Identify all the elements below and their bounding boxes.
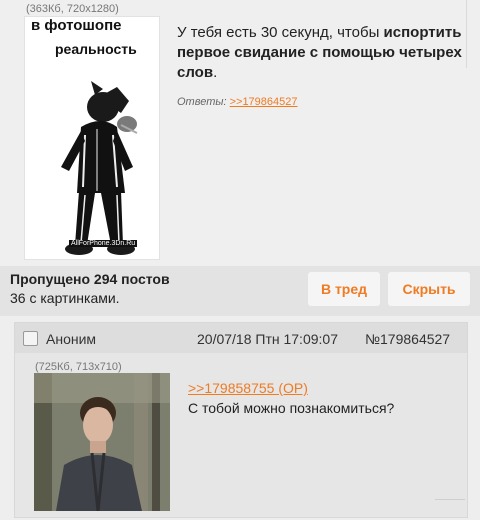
- reply-text: С тобой можно познакомиться?: [188, 400, 395, 416]
- wolf-illustration: [61, 81, 138, 255]
- op-thumbnail[interactable]: в фотошопе реальность AllForPhone.3Dn.Ru: [24, 16, 160, 260]
- post-date: 20/07/18 Птн 17:09:07: [197, 331, 338, 347]
- reply-thumbnail[interactable]: [34, 373, 170, 511]
- hide-button[interactable]: Скрыть: [388, 272, 470, 306]
- omitted-images: 36 с картинками.: [10, 290, 120, 306]
- reply-header: Аноним 20/07/18 Птн 17:09:07 №179864527: [15, 323, 467, 353]
- reply-post: Аноним 20/07/18 Птн 17:09:07 №179864527 …: [14, 322, 468, 518]
- meme-watermark: AllForPhone.3Dn.Ru: [69, 240, 138, 247]
- divider: [435, 499, 465, 500]
- omitted-count: Пропущено 294 постов: [10, 271, 170, 287]
- to-thread-button[interactable]: В тред: [308, 272, 380, 306]
- replies-label: Ответы:: [177, 96, 227, 108]
- reply-file-info[interactable]: (725Кб, 713x710): [35, 361, 122, 373]
- op-text-tail: .: [213, 64, 218, 81]
- poster-name: Аноним: [46, 331, 97, 347]
- post-number[interactable]: №179864527: [365, 331, 450, 347]
- op-quote-link[interactable]: >>179858755 (OP): [188, 380, 308, 396]
- photo-person: [34, 373, 170, 511]
- op-replies: Ответы: >>179864527: [177, 96, 298, 108]
- op-file-info[interactable]: (363Кб, 720x1280): [26, 3, 119, 15]
- select-checkbox[interactable]: [23, 331, 38, 346]
- op-text-lead: У тебя есть 30 секунд, чтобы: [177, 24, 380, 41]
- op-post: (363Кб, 720x1280) в фотошопе реальность: [0, 0, 480, 266]
- reply-link[interactable]: >>179864527: [230, 96, 298, 108]
- op-text: У тебя есть 30 секунд, чтобы испортить п…: [177, 23, 467, 83]
- divider: [466, 0, 467, 68]
